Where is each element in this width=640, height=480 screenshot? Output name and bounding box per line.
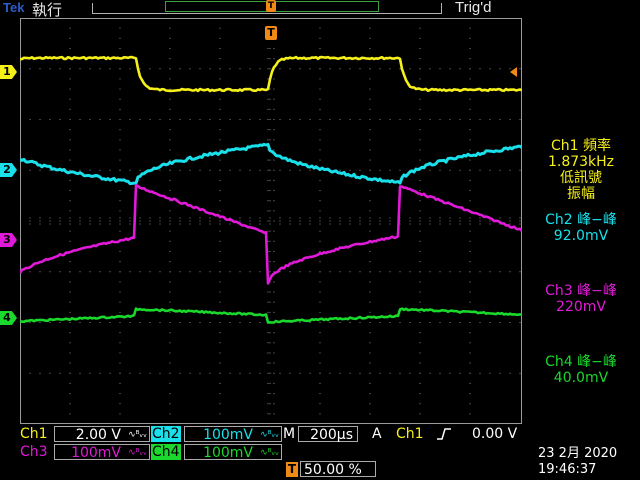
- measurement-value: 1.873kHz: [547, 154, 615, 170]
- trigger-status: Trig'd: [455, 0, 492, 16]
- time-display: 19:46:37: [538, 462, 597, 477]
- trigger-mode: A: [372, 426, 382, 442]
- ch3-scale-box[interactable]: 100mV ∿ᴮᵥᵥ: [54, 444, 150, 461]
- measurement-title: Ch1 頻率: [550, 138, 611, 154]
- ch4-scale-value: 100mV: [203, 445, 253, 461]
- timebase-box[interactable]: 200µs: [298, 426, 358, 443]
- ch3-scale-label: Ch3: [20, 444, 48, 460]
- ch1-scale-label: Ch1: [20, 426, 48, 442]
- trigger-position-box[interactable]: 50.00 %: [300, 461, 376, 478]
- measurement-value: 220mV: [556, 299, 606, 315]
- measurement-title: Ch2 峰−峰: [545, 212, 617, 228]
- ch1-waveform: [20, 55, 522, 93]
- trigger-point-marker: T: [265, 26, 277, 40]
- ch4-ground-marker[interactable]: 4: [0, 311, 17, 325]
- ch1-scale-value: 2.00 V: [75, 427, 121, 443]
- bandwidth-limit-icon: ∿ᴮᵥᵥ: [260, 430, 279, 440]
- measurement-title: Ch3 峰−峰: [545, 283, 617, 299]
- ch4-scale-box[interactable]: 100mV ∿ᴮᵥᵥ: [184, 444, 282, 461]
- trigger-level[interactable]: 0.00 V: [472, 426, 517, 442]
- measurement-ch4-peak-to-peak: Ch4 峰−峰 40.0mV: [526, 354, 636, 386]
- measurement-note: 振幅: [567, 186, 595, 202]
- trigger-source[interactable]: Ch1: [396, 426, 424, 442]
- timebase-label: M: [283, 426, 296, 442]
- ch3-scale-value: 100mV: [71, 445, 121, 461]
- ch1-ground-marker[interactable]: 1: [0, 65, 17, 79]
- ch2-ground-marker[interactable]: 2: [0, 163, 17, 177]
- date-display: 23 2月 2020: [538, 446, 618, 461]
- measurement-ch1-frequency: Ch1 頻率 1.873kHz 低訊號 振幅: [526, 138, 636, 202]
- trigger-position-value: 50.00 %: [304, 462, 362, 478]
- ch2-scale-label: Ch2: [151, 426, 181, 442]
- bandwidth-limit-icon: ∿ᴮᵥᵥ: [260, 448, 279, 458]
- ch3-ground-marker[interactable]: 3: [0, 233, 17, 247]
- measurement-value: 40.0mV: [553, 370, 609, 386]
- timebase-value: 200µs: [310, 427, 353, 443]
- waveform-display: [20, 18, 522, 424]
- measurement-ch2-peak-to-peak: Ch2 峰−峰 92.0mV: [526, 212, 636, 244]
- bandwidth-limit-icon: ∿ᴮᵥᵥ: [128, 430, 147, 440]
- acquisition-run-status: 執行: [32, 1, 63, 19]
- ch2-scale-box[interactable]: 100mV ∿ᴮᵥᵥ: [184, 426, 282, 443]
- ch4-waveform: [20, 307, 522, 324]
- measurement-value: 92.0mV: [553, 228, 609, 244]
- ch4-scale-label: Ch4: [151, 444, 181, 460]
- bandwidth-limit-icon: ∿ᴮᵥᵥ: [128, 448, 147, 458]
- rising-edge-icon: [437, 428, 451, 440]
- ch1-scale-box[interactable]: 2.00 V ∿ᴮᵥᵥ: [54, 426, 150, 443]
- measurement-title: Ch4 峰−峰: [545, 354, 617, 370]
- trigger-position-icon: T: [286, 462, 298, 477]
- ch3-waveform: [20, 183, 522, 285]
- trigger-position-top-marker: T: [266, 0, 276, 12]
- measurement-ch3-peak-to-peak: Ch3 峰−峰 220mV: [526, 283, 636, 315]
- brand-logo: Tek: [3, 0, 25, 15]
- ch2-scale-value: 100mV: [203, 427, 253, 443]
- trigger-level-marker[interactable]: [510, 67, 517, 77]
- ch2-waveform: [20, 142, 522, 186]
- measurement-note: 低訊號: [560, 170, 602, 186]
